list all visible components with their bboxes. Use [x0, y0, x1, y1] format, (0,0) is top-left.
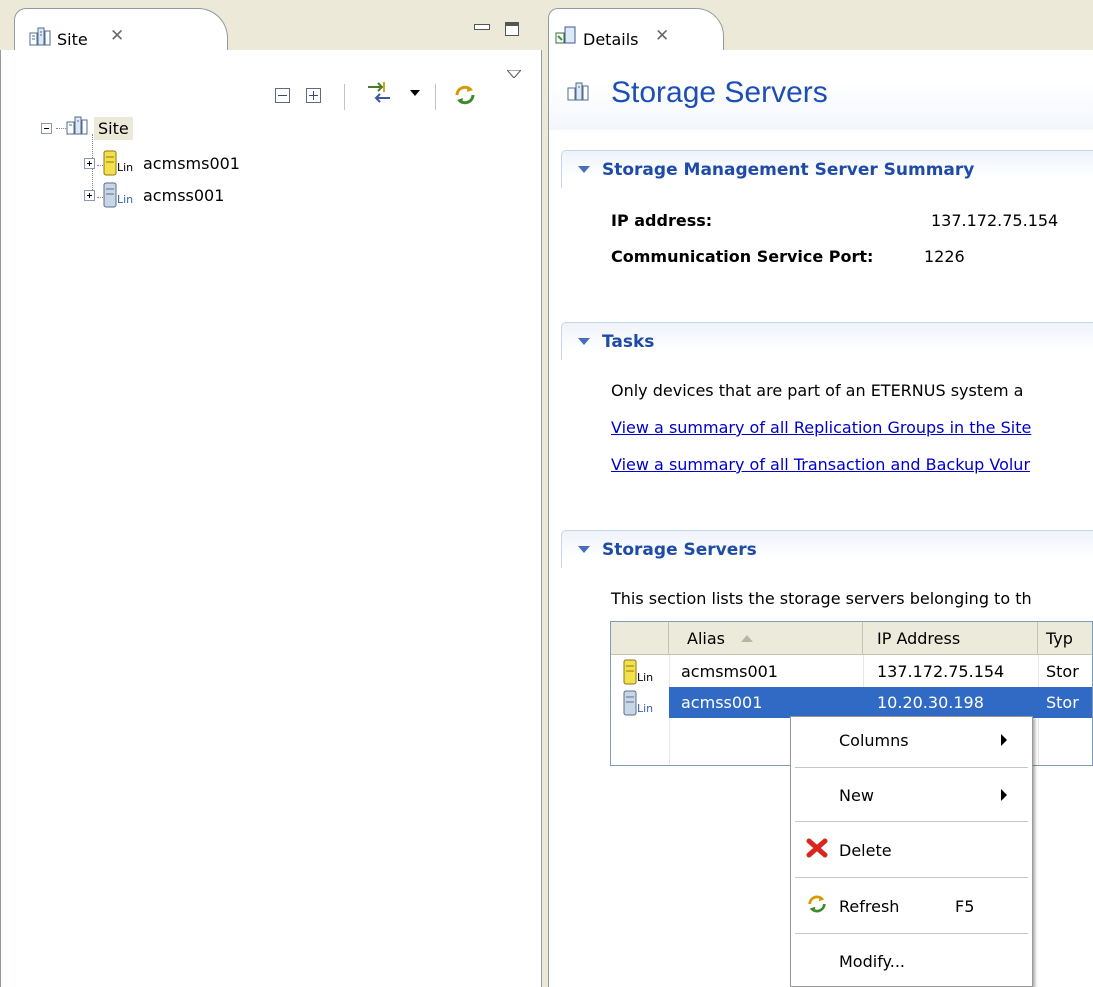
minimize-icon[interactable] [474, 22, 490, 36]
close-icon[interactable]: ✕ [655, 26, 669, 46]
sort-ascending-icon [740, 635, 753, 642]
column-header-ip[interactable]: IP Address [863, 622, 1038, 655]
cell-alias: acmss001 [669, 687, 863, 718]
tree-item-label[interactable]: acmss001 [139, 184, 228, 207]
expand-toggle-icon[interactable] [84, 157, 95, 169]
column-header-label: Alias [687, 629, 725, 648]
column-header-label: Typ [1046, 629, 1073, 648]
storage-servers-icon [567, 82, 589, 106]
delete-x-icon [806, 838, 828, 862]
cell-ip: 137.172.75.154 [877, 662, 1005, 681]
menu-item-new[interactable]: New [791, 772, 1032, 818]
collapse-triangle-icon[interactable] [578, 338, 590, 345]
menu-item-label: Delete [839, 840, 892, 860]
collapse-triangle-icon[interactable] [578, 166, 590, 173]
site-view-content: Site Lin acmsms001 Lin acmss001 [0, 50, 542, 987]
server-os-badge: Lin [637, 671, 654, 684]
table-row[interactable]: Lin acmss001 10.20.30.198 Stor [611, 687, 1092, 718]
submenu-arrow-icon [1001, 789, 1007, 801]
server-os-badge: Lin [117, 161, 134, 174]
menu-separator [795, 933, 1028, 934]
details-tab-label: Details [583, 30, 639, 49]
menu-item-refresh[interactable]: Refresh F5 [791, 883, 1032, 929]
cell-type: Stor [1046, 662, 1079, 681]
site-toolbar [1, 50, 541, 112]
site-tab[interactable]: Site ✕ [14, 8, 228, 50]
server-os-badge: Lin [637, 702, 654, 715]
tree-item-server[interactable]: Lin acmsms001 [84, 149, 244, 177]
menu-item-label: New [839, 785, 874, 805]
menu-item-label: Columns [839, 730, 909, 750]
expand-all-icon[interactable] [306, 88, 321, 103]
ip-address-value: 137.172.75.154 [931, 211, 1059, 230]
sync-with-editor-icon[interactable] [365, 80, 393, 106]
page-title: Storage Servers [611, 76, 828, 109]
cell-alias: acmsms001 [681, 662, 778, 681]
menu-item-delete[interactable]: Delete [791, 827, 1032, 873]
dropdown-arrow-icon[interactable] [410, 90, 420, 96]
menu-item-columns[interactable]: Columns [791, 717, 1032, 763]
collapse-all-icon[interactable] [275, 88, 290, 103]
menu-item-label: Modify... [839, 951, 905, 971]
storage-server-icon: Lin [103, 150, 139, 176]
menu-item-modify[interactable]: Modify... [791, 938, 1032, 984]
table-header: Alias IP Address Typ [611, 622, 1092, 655]
refresh-icon[interactable] [453, 83, 477, 107]
tasks-section-header[interactable]: Tasks [561, 322, 1093, 360]
volumes-summary-link[interactable]: View a summary of all Transaction and Ba… [611, 455, 1030, 474]
storage-servers-section-header[interactable]: Storage Servers [561, 530, 1093, 568]
refresh-icon [806, 893, 828, 919]
menu-separator [795, 767, 1028, 768]
storage-server-icon: Lin [623, 687, 667, 718]
servers-description: This section lists the storage servers b… [611, 589, 1032, 608]
replication-groups-link[interactable]: View a summary of all Replication Groups… [611, 418, 1031, 437]
toolbar-separator [344, 84, 345, 110]
close-icon[interactable]: ✕ [110, 26, 124, 46]
section-title: Storage Servers [602, 540, 757, 560]
column-header-type[interactable]: Typ [1038, 622, 1092, 655]
site-icon [29, 27, 51, 51]
summary-section-header[interactable]: Storage Management Server Summary [561, 150, 1093, 188]
details-tab[interactable]: Details ✕ [548, 8, 724, 50]
collapse-triangle-icon[interactable] [578, 546, 590, 553]
submenu-arrow-icon [1001, 734, 1007, 746]
context-menu: Columns New Delete Refresh F5 Modify... [790, 716, 1033, 987]
menu-separator [795, 877, 1028, 878]
form-header: Storage Servers [549, 50, 1093, 130]
tasks-note: Only devices that are part of an ETERNUS… [611, 381, 1024, 400]
cell-ip: 10.20.30.198 [863, 687, 1038, 718]
site-tab-label: Site [57, 30, 88, 49]
details-icon [555, 25, 577, 49]
cell-type: Stor [1038, 687, 1092, 718]
tree-item-label[interactable]: Site [94, 116, 133, 140]
tree-item-server[interactable]: Lin acmss001 [84, 181, 228, 209]
column-header-label: IP Address [877, 629, 961, 648]
menu-separator [795, 821, 1028, 822]
column-header-alias[interactable]: Alias [669, 622, 863, 655]
port-label: Communication Service Port: [611, 247, 874, 266]
port-value: 1226 [924, 247, 965, 266]
view-menu-icon[interactable] [507, 70, 521, 78]
site-view: Site ✕ Site Lin acmsms001 Lin acmss001 [0, 0, 542, 987]
tree-item-label[interactable]: acmsms001 [139, 152, 244, 175]
ip-address-label: IP address: [611, 211, 713, 230]
server-os-badge: Lin [117, 193, 134, 206]
collapse-toggle-icon[interactable] [41, 122, 52, 134]
toolbar-separator [435, 84, 436, 110]
storage-server-icon: Lin [103, 182, 139, 208]
details-view-tabbar: Details ✕ [548, 0, 1093, 50]
maximize-icon[interactable] [505, 22, 519, 36]
table-row[interactable]: Lin acmsms001 137.172.75.154 Stor [611, 656, 1092, 687]
tree-item-site[interactable]: Site [41, 114, 133, 142]
section-title: Tasks [602, 332, 655, 352]
expand-toggle-icon[interactable] [84, 189, 95, 201]
icon-column-header[interactable] [611, 622, 669, 655]
site-view-tabbar: Site ✕ [0, 0, 542, 50]
storage-server-icon: Lin [623, 656, 667, 687]
site-icon [66, 116, 88, 140]
section-title: Storage Management Server Summary [602, 160, 975, 180]
menu-item-accelerator: F5 [955, 896, 975, 916]
menu-item-label: Refresh [839, 896, 900, 916]
